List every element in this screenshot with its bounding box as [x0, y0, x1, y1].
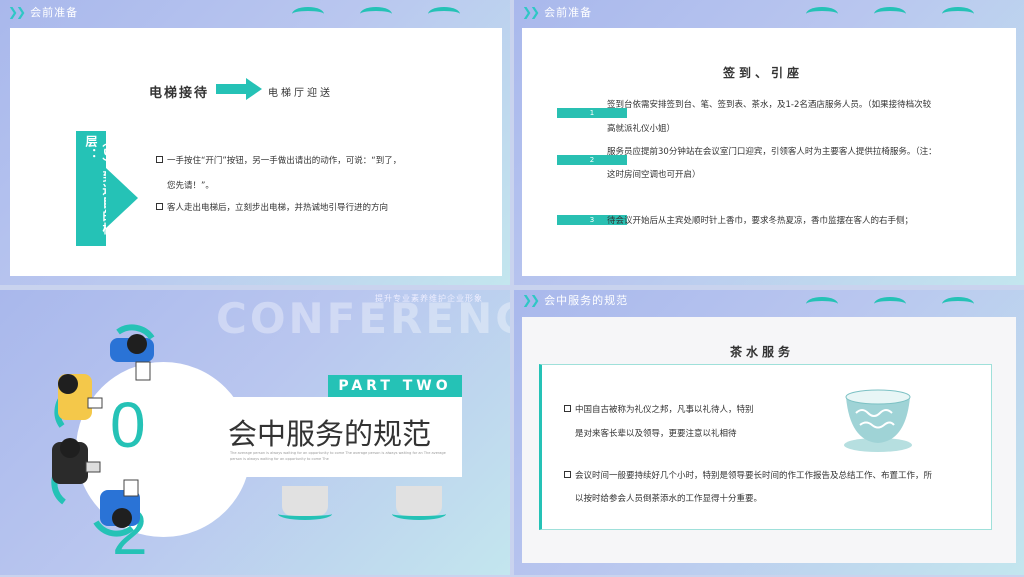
- item-2-line-2: 这时房间空调也可开启）: [607, 170, 701, 180]
- decor-arc-icon: [874, 7, 906, 21]
- section-title: 会中服务的规范: [228, 417, 432, 451]
- header-title: 会前准备: [544, 6, 593, 19]
- item-2-line-1: 服务员应提前30分钟站在会议室门口迎宾，引领客人时为主要客人提供拉椅服务。（注：: [607, 147, 937, 157]
- banner-tail-icon: [106, 168, 138, 228]
- slide-2[interactable]: ❯❯ 会前准备 签到、引座 1 签到台依需安排签到台、笔、签到表、茶水，及1-2…: [514, 0, 1024, 285]
- bullet-2-line-2: 以按时给参会人员倒茶添水的工作显得十分重要。: [575, 494, 763, 504]
- header-title: 会中服务的规范: [544, 294, 629, 307]
- bullet-1-line-1: 一手按住“开门”按钮，另一手做出请出的动作，可说：“到了，: [167, 156, 402, 166]
- bullet-1-line-2: 您先请！”。: [167, 181, 214, 191]
- tea-cup-icon: [844, 389, 912, 452]
- decor-arc-icon: [360, 7, 392, 21]
- bullet-2-line-1: 会议时间一般要持续好几个小时，特别是领导要长时间的作工作报告及总结工作、布置工作…: [575, 471, 933, 481]
- slide-title: 电梯接待: [149, 86, 210, 101]
- slide-title: 茶水服务: [730, 345, 795, 359]
- slide-3[interactable]: 提升专业素养维护企业形象 CONFERENCE 0 2 PART TWO: [0, 290, 510, 575]
- content-card: 签到、引座 1 签到台依需安排签到台、笔、签到表、茶水，及1-2名酒店服务人员。…: [522, 28, 1016, 276]
- checkbox-bullet-icon: [156, 203, 163, 210]
- slide-header: ❯❯ 会前准备: [522, 4, 592, 20]
- slide-1[interactable]: ❯❯ 会前准备 电梯接待 电梯厅迎送 （3）到达目的楼层： 一手按住“开门”按钮…: [0, 0, 510, 285]
- item-1-line-1: 签到台依需安排签到台、笔、签到表、茶水，及1-2名酒店服务人员。（如果接待档次较: [607, 100, 932, 110]
- slide-header: ❯❯ 会中服务的规范: [522, 292, 628, 308]
- slide-subtitle: 电梯厅迎送: [268, 88, 333, 99]
- decor-arc-icon: [428, 7, 460, 21]
- decor-arc-icon: [292, 7, 324, 21]
- slide-grid: ❯❯ 会前准备 电梯接待 电梯厅迎送 （3）到达目的楼层： 一手按住“开门”按钮…: [0, 0, 1024, 577]
- content-card: 电梯接待 电梯厅迎送 （3）到达目的楼层： 一手按住“开门”按钮，另一手做出请出…: [10, 28, 502, 276]
- watermark-text: CONFERENCE: [216, 294, 510, 343]
- arrow-right-icon: [216, 78, 262, 100]
- decor-arc-icon: [806, 297, 838, 311]
- slide-4[interactable]: ❯❯ 会中服务的规范 茶水服务 中国自古被称为礼仪之邦，凡事以礼待人，特别 是对…: [514, 290, 1024, 575]
- checkbox-bullet-icon: [564, 405, 571, 412]
- double-chevron-icon: ❯❯: [522, 293, 540, 307]
- double-chevron-icon: ❯❯: [522, 5, 540, 19]
- bullet-1-line-2: 是对来客长辈以及领导，更要注意以礼相待: [575, 429, 737, 439]
- inner-panel: 中国自古被称为礼仪之邦，凡事以礼待人，特别 是对来客长辈以及领导，更要注意以礼相…: [539, 364, 992, 530]
- checkbox-bullet-icon: [156, 156, 163, 163]
- filler-text: The average person is always waiting for…: [230, 451, 446, 461]
- content-card: 茶水服务 中国自古被称为礼仪之邦，凡事以礼待人，特别 是对来客长辈以及领导，更要…: [522, 317, 1016, 563]
- checkbox-bullet-icon: [564, 471, 571, 478]
- decor-arc-icon: [942, 297, 974, 311]
- decor-arc-icon: [392, 508, 446, 520]
- decor-arc-icon: [278, 508, 332, 520]
- decor-arc-icon: [942, 7, 974, 21]
- bullet-2-line-1: 客人走出电梯后，立刻步出电梯，并热诚地引导行进的方向: [167, 203, 389, 213]
- meeting-people-icon: [51, 324, 155, 537]
- item-1-line-2: 高就派礼仪小姐）: [607, 124, 676, 134]
- slide-title: 签到、引座: [723, 66, 804, 80]
- title-card: 会中服务的规范 The average person is always wai…: [218, 397, 462, 477]
- slide-header: ❯❯ 会前准备: [8, 4, 78, 20]
- decor-arc-icon: [874, 297, 906, 311]
- bullet-1-line-1: 中国自古被称为礼仪之邦，凡事以礼待人，特别: [575, 405, 754, 415]
- decor-arc-icon: [806, 7, 838, 21]
- header-title: 会前准备: [30, 6, 79, 19]
- item-3-line-1: 待会议开始后从主宾处顺时针上香巾，要求冬热夏凉，香巾监摆在客人的右手侧；: [607, 216, 914, 226]
- part-label: PART TWO: [328, 375, 462, 397]
- side-label-banner: （3）到达目的楼层：: [76, 131, 115, 246]
- double-chevron-icon: ❯❯: [8, 5, 26, 19]
